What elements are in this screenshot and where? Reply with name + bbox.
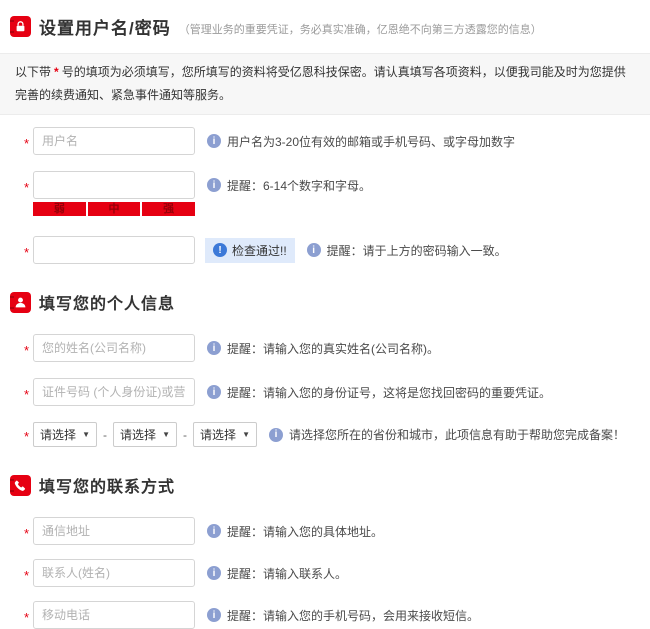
strength-weak-segment: 弱: [33, 202, 86, 216]
required-asterisk: *: [24, 384, 33, 401]
real-name-hint: i 提醒：请输入您的真实姓名(公司名称)。: [207, 340, 439, 357]
address-input[interactable]: [33, 517, 195, 545]
phone-icon: [10, 475, 31, 496]
lock-icon: [10, 16, 31, 37]
account-section-subtitle: （管理业务的重要凭证，务必真实准确，亿恩绝不向第三方透露您的信息）: [179, 16, 542, 37]
confirm-password-hint-text: 提醒：请于上方的密码输入一致。: [327, 242, 507, 259]
required-asterisk: *: [24, 133, 33, 150]
info-icon: i: [207, 341, 221, 355]
district-select-value: 请选择: [200, 426, 236, 443]
confirm-password-input[interactable]: [33, 236, 195, 264]
select-separator: -: [183, 428, 187, 442]
id-number-hint-text: 提醒：请输入您的身份证号，这将是您找回密码的重要凭证。: [227, 384, 551, 401]
username-hint: i 用户名为3-20位有效的邮箱或手机号码、或字母加数字: [207, 133, 515, 150]
info-icon: i: [207, 566, 221, 580]
required-asterisk: *: [24, 242, 33, 259]
username-input[interactable]: [33, 127, 195, 155]
address-hint: i 提醒：请输入您的具体地址。: [207, 523, 383, 540]
caret-down-icon: ▼: [242, 430, 250, 439]
password-hint-text: 提醒：6-14个数字和字母。: [227, 177, 371, 194]
real-name-input[interactable]: [33, 334, 195, 362]
caret-down-icon: ▼: [162, 430, 170, 439]
required-asterisk: *: [24, 607, 33, 624]
info-icon: i: [269, 428, 283, 442]
contact-name-row: * i 提醒：请输入联系人。: [24, 559, 650, 587]
account-section-header: 设置用户名/密码 （管理业务的重要凭证，务必真实准确，亿恩绝不向第三方透露您的信…: [0, 0, 650, 39]
address-hint-text: 提醒：请输入您的具体地址。: [227, 523, 383, 540]
mobile-hint: i 提醒：请输入您的手机号码，会用来接收短信。: [207, 607, 479, 624]
check-passed-badge: ! 检查通过!!: [205, 238, 295, 263]
required-asterisk: *: [54, 65, 59, 79]
region-hint-text: 请选择您所在的省份和城市，此项信息有助于帮助您完成备案！: [289, 426, 625, 443]
password-input[interactable]: [33, 171, 195, 199]
account-section-title: 设置用户名/密码: [39, 14, 171, 39]
mobile-row: * i 提醒：请输入您的手机号码，会用来接收短信。: [24, 601, 650, 629]
info-icon: i: [207, 524, 221, 538]
district-select[interactable]: 请选择 ▼: [193, 422, 257, 447]
contact-section-header: 填写您的联系方式: [0, 473, 650, 497]
province-select[interactable]: 请选择 ▼: [33, 422, 97, 447]
required-asterisk: *: [24, 426, 33, 443]
check-passed-text: 检查通过!!: [232, 242, 287, 259]
city-select[interactable]: 请选择 ▼: [113, 422, 177, 447]
select-separator: -: [103, 428, 107, 442]
contact-name-input[interactable]: [33, 559, 195, 587]
required-asterisk: *: [24, 565, 33, 582]
password-row: * i 提醒：6-14个数字和字母。: [24, 171, 650, 199]
city-select-value: 请选择: [120, 426, 156, 443]
strength-strong-segment: 强: [142, 202, 195, 216]
info-icon: i: [207, 608, 221, 622]
password-strength-meter: 弱 中 强: [33, 202, 195, 216]
mobile-input[interactable]: [33, 601, 195, 629]
confirm-password-hint: i 提醒：请于上方的密码输入一致。: [307, 242, 507, 259]
username-hint-text: 用户名为3-20位有效的邮箱或手机号码、或字母加数字: [227, 133, 515, 150]
contact-name-hint-text: 提醒：请输入联系人。: [227, 565, 347, 582]
required-asterisk: *: [24, 523, 33, 540]
confirm-password-row: * ! 检查通过!! i 提醒：请于上方的密码输入一致。: [24, 236, 650, 264]
mobile-hint-text: 提醒：请输入您的手机号码，会用来接收短信。: [227, 607, 479, 624]
required-asterisk: *: [24, 340, 33, 357]
id-number-row: * i 提醒：请输入您的身份证号，这将是您找回密码的重要凭证。: [24, 378, 650, 406]
strength-medium-segment: 中: [88, 202, 141, 216]
personal-section-title: 填写您的个人信息: [39, 290, 175, 314]
username-row: * i 用户名为3-20位有效的邮箱或手机号码、或字母加数字: [24, 127, 650, 155]
notice-text-before: 以下带: [15, 65, 51, 79]
info-icon: i: [207, 134, 221, 148]
id-number-input[interactable]: [33, 378, 195, 406]
contact-section-title: 填写您的联系方式: [39, 473, 175, 497]
region-row: * 请选择 ▼ - 请选择 ▼ - 请选择 ▼ i 请选择您所在的省份和城市，此…: [24, 422, 650, 447]
region-hint: i 请选择您所在的省份和城市，此项信息有助于帮助您完成备案！: [269, 426, 625, 443]
id-number-hint: i 提醒：请输入您的身份证号，这将是您找回密码的重要凭证。: [207, 384, 551, 401]
user-icon: [10, 292, 31, 313]
real-name-hint-text: 提醒：请输入您的真实姓名(公司名称)。: [227, 340, 439, 357]
notice-bar: 以下带*号的填项为必须填写，您所填写的资料将受亿恩科技保密。请认真填写各项资料，…: [0, 53, 650, 115]
address-row: * i 提醒：请输入您的具体地址。: [24, 517, 650, 545]
required-asterisk: *: [24, 177, 33, 194]
alert-icon: !: [213, 243, 227, 257]
contact-name-hint: i 提醒：请输入联系人。: [207, 565, 347, 582]
password-hint: i 提醒：6-14个数字和字母。: [207, 177, 371, 194]
caret-down-icon: ▼: [82, 430, 90, 439]
notice-text-after: 号的填项为必须填写，您所填写的资料将受亿恩科技保密。请认真填写各项资料，以便我司…: [15, 65, 626, 102]
personal-section-header: 填写您的个人信息: [0, 290, 650, 314]
info-icon: i: [207, 385, 221, 399]
real-name-row: * i 提醒：请输入您的真实姓名(公司名称)。: [24, 334, 650, 362]
info-icon: i: [307, 243, 321, 257]
province-select-value: 请选择: [40, 426, 76, 443]
info-icon: i: [207, 178, 221, 192]
